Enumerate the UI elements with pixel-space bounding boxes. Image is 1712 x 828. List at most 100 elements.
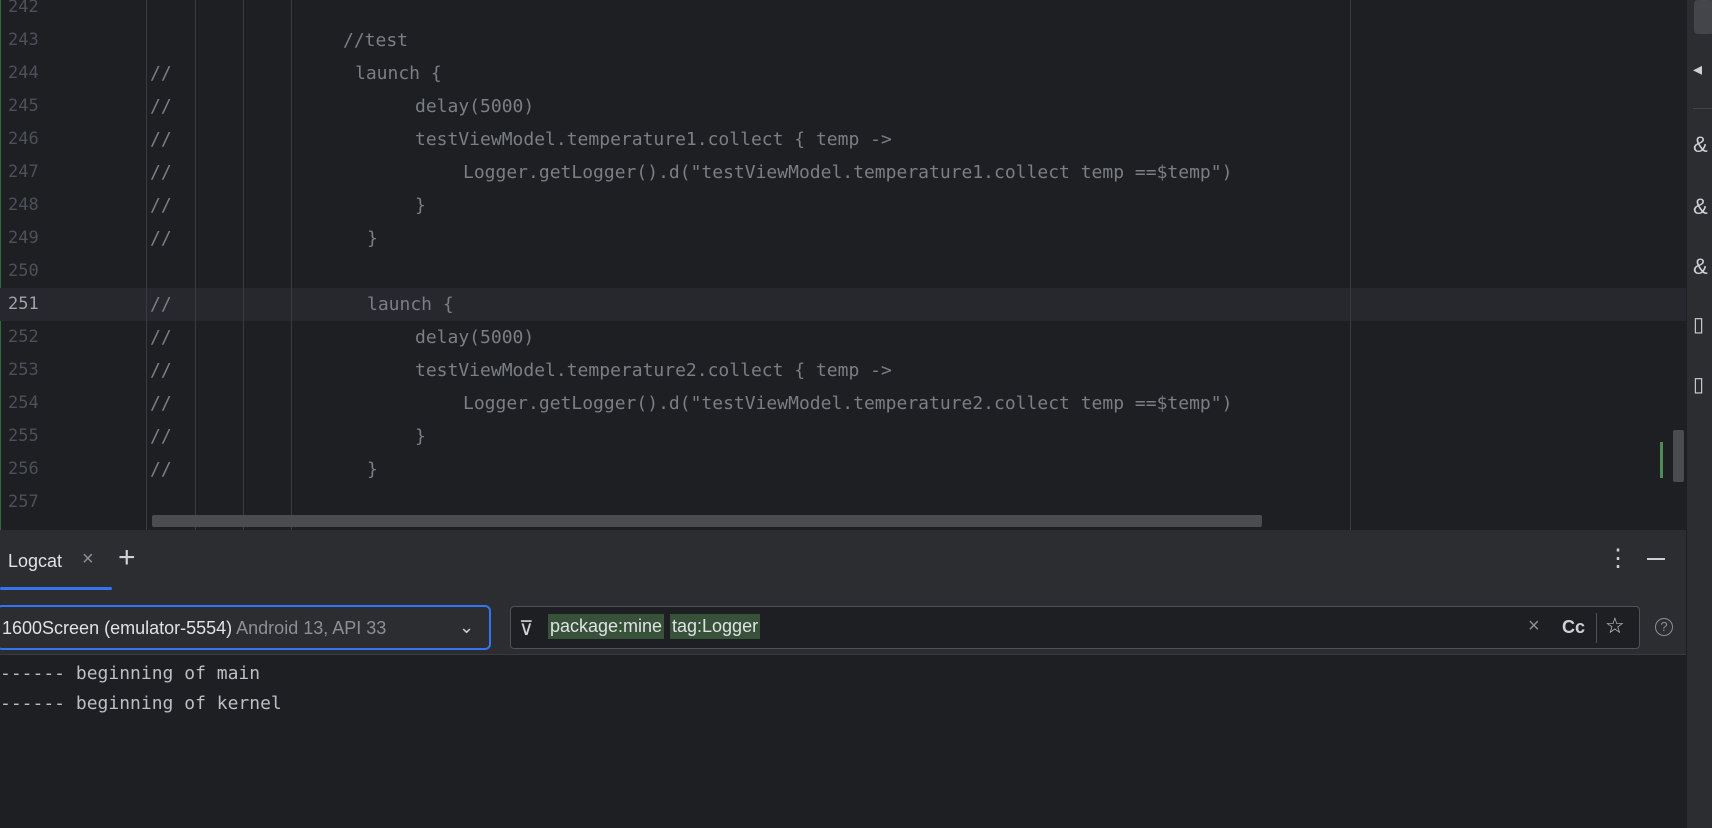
line-number: 242 <box>8 0 39 17</box>
comment-marker: // <box>150 129 172 150</box>
line-number: 256 <box>8 459 39 479</box>
filter-input[interactable]: ⊽ package:mine tag:Logger × Cc ☆ <box>510 606 1640 649</box>
line-number: 245 <box>8 96 39 116</box>
code-line[interactable]: 248 //} <box>0 189 1686 222</box>
code-line[interactable]: 242 <box>0 0 1686 24</box>
star-icon[interactable]: ☆ <box>1605 613 1625 639</box>
comment-marker: // <box>150 459 172 480</box>
clear-icon[interactable]: × <box>1528 615 1540 638</box>
line-number: 257 <box>8 492 39 512</box>
comment-marker: // <box>150 162 172 183</box>
more-vertical-icon[interactable]: ⋮ <box>1606 546 1630 572</box>
code-text: } <box>367 459 378 480</box>
plus-icon[interactable]: + <box>118 541 136 575</box>
code-text: } <box>415 426 426 447</box>
log-line: ------ beginning of kernel <box>0 693 282 714</box>
comment-marker: // <box>150 360 172 381</box>
match-case-button[interactable]: Cc <box>1562 617 1585 638</box>
arrow-left-icon[interactable]: ◂ <box>1693 58 1712 80</box>
tab-logcat[interactable]: Logcat × <box>0 530 112 590</box>
code-text: testViewModel.temperature1.collect { tem… <box>415 129 892 150</box>
line-number: 253 <box>8 360 39 380</box>
code-text: Logger.getLogger().d("testViewModel.temp… <box>463 162 1233 183</box>
code-text: } <box>367 228 378 249</box>
help-icon[interactable]: ? <box>1655 618 1673 636</box>
indent-guide <box>146 0 147 530</box>
line-number: 243 <box>8 30 39 50</box>
logcat-panel: Logcat × + ⋮ 1600Screen (emulator-5554) … <box>0 530 1686 828</box>
minimize-icon[interactable] <box>1647 558 1665 560</box>
comment-marker: // <box>150 327 172 348</box>
line-number: 254 <box>8 393 39 413</box>
code-line[interactable]: 245 // delay(5000) <box>0 90 1686 123</box>
line-number: 255 <box>8 426 39 446</box>
code-line[interactable]: 247 // Logger.getLogger().d("testViewModel… <box>0 156 1686 189</box>
comment-marker: // <box>150 426 172 447</box>
database-icon[interactable]: ▯ <box>1693 314 1712 336</box>
code-line[interactable]: 253 // testViewModel.temperature2.collect … <box>0 354 1686 387</box>
comment-marker: // <box>150 63 172 84</box>
device-selector[interactable]: 1600Screen (emulator-5554) Android 13, A… <box>0 605 491 650</box>
code-line[interactable]: 256 //} <box>0 453 1686 486</box>
device-icon[interactable]: ▯ <box>1693 374 1712 396</box>
right-margin-guide <box>1350 0 1351 530</box>
indent-guide <box>243 0 244 530</box>
code-text: delay(5000) <box>415 327 535 348</box>
code-editor[interactable]: 242 243 //test 244 // launch { 245 // delay(5000… <box>0 0 1686 530</box>
log-output[interactable]: ------ beginning of main ------ beginnin… <box>0 655 1686 828</box>
indent-guide <box>291 0 292 530</box>
tool-strip-separator <box>1693 108 1712 109</box>
horizontal-scrollbar[interactable] <box>152 515 1262 527</box>
code-line[interactable]: 244 // launch { <box>0 57 1686 90</box>
filter-icon[interactable]: ⊽ <box>519 616 534 641</box>
code-text: //test <box>343 30 409 51</box>
code-line[interactable]: 246 // testViewModel.temperature1.collect … <box>0 123 1686 156</box>
code-line[interactable]: 252 // delay(5000) <box>0 321 1686 354</box>
tab-label: Logcat <box>8 551 63 571</box>
tool-window-tabbar: Logcat × + ⋮ <box>0 530 1686 590</box>
line-number: 244 <box>8 63 39 83</box>
line-number: 248 <box>8 195 39 215</box>
comment-marker: // <box>150 195 172 216</box>
code-line[interactable]: 251 // launch { <box>0 288 1686 321</box>
code-text: testViewModel.temperature2.collect { tem… <box>415 360 892 381</box>
logcat-toolbar: 1600Screen (emulator-5554) Android 13, A… <box>0 590 1686 655</box>
line-number: 246 <box>8 129 39 149</box>
chevron-down-icon: ⌄ <box>459 617 475 637</box>
line-number: 251 <box>8 294 39 314</box>
line-number: 249 <box>8 228 39 248</box>
close-icon[interactable]: × <box>82 548 94 571</box>
comment-marker: // <box>150 228 172 249</box>
gradle-icon[interactable]: & <box>1693 134 1712 156</box>
line-number: 252 <box>8 327 39 347</box>
code-line[interactable]: 254 // Logger.getLogger().d("testViewModel… <box>0 387 1686 420</box>
tool-window-button[interactable] <box>1694 0 1712 34</box>
vertical-scrollbar[interactable] <box>1673 430 1684 482</box>
line-number: 250 <box>8 261 39 281</box>
code-text: } <box>415 195 426 216</box>
code-line[interactable]: 249 //} <box>0 222 1686 255</box>
filter-chip-package[interactable]: package:mine <box>548 614 665 639</box>
device-api-level: Android 13, API 33 <box>236 618 387 638</box>
filter-separator <box>1596 613 1597 643</box>
code-text: launch { <box>355 63 442 84</box>
comment-marker: // <box>150 393 172 414</box>
code-line[interactable]: 243 //test <box>0 24 1686 57</box>
right-tool-strip: ◂ & & & ▯ ▯ <box>1686 0 1712 828</box>
comment-marker: // <box>150 96 172 117</box>
indent-guide <box>195 0 196 530</box>
filter-chip-tag[interactable]: tag:Logger <box>670 614 761 639</box>
line-number: 247 <box>8 162 39 182</box>
notifications-icon[interactable]: & <box>1693 196 1712 218</box>
code-text: launch { <box>367 294 454 315</box>
device-manager-icon[interactable]: & <box>1693 256 1712 278</box>
log-line: ------ beginning of main <box>0 663 261 684</box>
device-label: 1600Screen (emulator-5554) Android 13, A… <box>2 618 386 639</box>
code-text: Logger.getLogger().d("testViewModel.temp… <box>463 393 1233 414</box>
code-line[interactable]: 255 //} <box>0 420 1686 453</box>
change-marker <box>1660 442 1663 478</box>
code-text: delay(5000) <box>415 96 535 117</box>
code-line[interactable]: 250 <box>0 255 1686 288</box>
device-name: 1600Screen (emulator-5554) <box>2 618 233 638</box>
comment-marker: // <box>150 294 172 315</box>
